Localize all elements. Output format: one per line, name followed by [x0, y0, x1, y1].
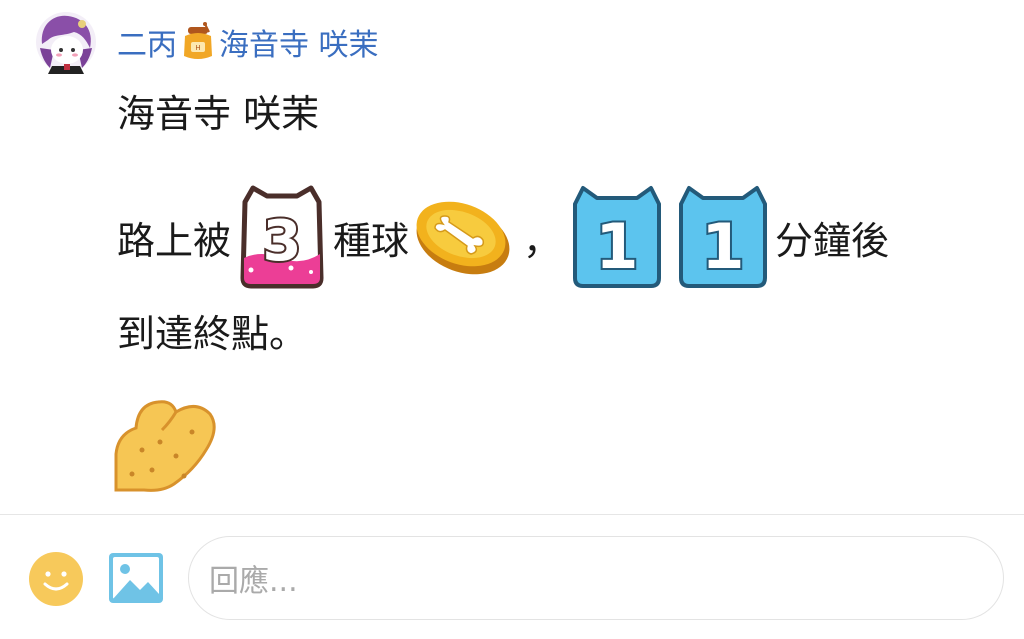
- message-text-c: ，: [523, 218, 562, 263]
- honey-jar-icon: H: [184, 22, 212, 59]
- divider: [0, 514, 1024, 515]
- message-text-d: 分鐘後: [775, 218, 890, 263]
- number-3-sticker: 3: [240, 185, 324, 289]
- number-1-sticker: 1: [679, 186, 768, 288]
- message-text-a: 路上被: [117, 218, 232, 263]
- sticker-number-1a: 1: [595, 210, 638, 283]
- author-name[interactable]: 二丙 H 海音寺 咲茉: [117, 22, 379, 63]
- message-line-1: 海音寺 咲茉: [117, 92, 320, 136]
- author-name-prefix: 二丙: [117, 28, 177, 63]
- reply-input[interactable]: 回應...: [188, 536, 1004, 620]
- sticker-number-1b: 1: [701, 210, 744, 283]
- bone-coin-sticker: [416, 201, 510, 275]
- image-icon[interactable]: [108, 552, 164, 604]
- author-name-suffix: 海音寺 咲茉: [219, 28, 379, 63]
- message-line-3: 到達終點。: [117, 312, 308, 356]
- reply-placeholder: 回應...: [209, 564, 298, 599]
- cookie-sticker: [114, 400, 216, 492]
- number-1-sticker: 1: [573, 186, 662, 288]
- message-line-2: 路上被 3 種球 ， 1 1 分鐘後: [117, 180, 889, 294]
- sticker-number-3: 3: [263, 209, 302, 274]
- message-text-b: 種球: [333, 218, 410, 263]
- svg-text:H: H: [195, 44, 200, 52]
- avatar[interactable]: [34, 10, 98, 74]
- smiley-icon[interactable]: [28, 551, 84, 607]
